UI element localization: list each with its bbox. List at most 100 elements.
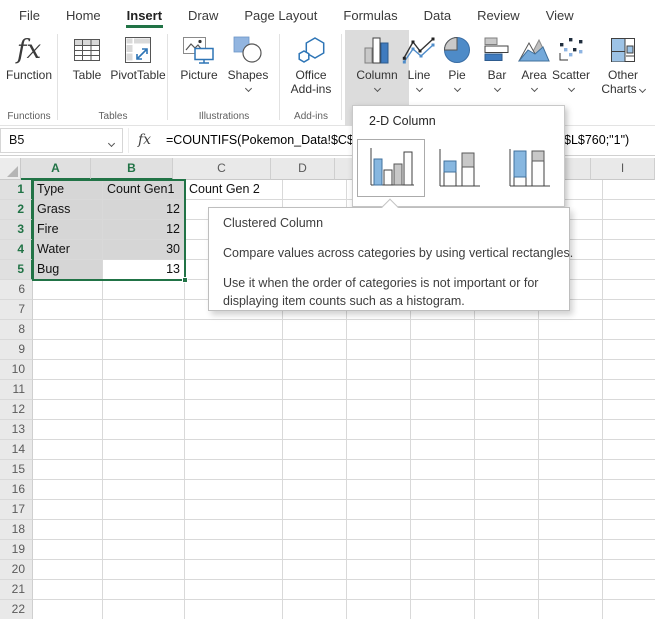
cell-A10[interactable] (33, 360, 103, 380)
cell-I21[interactable] (603, 580, 655, 600)
cell-G17[interactable] (475, 500, 539, 520)
function-button[interactable]: fx Function (4, 32, 54, 82)
cell-C9[interactable] (185, 340, 283, 360)
cell-F19[interactable] (411, 540, 475, 560)
cell-F13[interactable] (411, 420, 475, 440)
cell-E16[interactable] (347, 480, 411, 500)
row-header-10[interactable]: 10 (0, 360, 33, 380)
cell-B3[interactable]: 12 (103, 220, 185, 240)
insert-function-button[interactable]: fx (128, 128, 160, 153)
cell-E11[interactable] (347, 380, 411, 400)
tab-review[interactable]: Review (476, 2, 521, 28)
cell-G20[interactable] (475, 560, 539, 580)
cell-D18[interactable] (283, 520, 347, 540)
cell-G19[interactable] (475, 540, 539, 560)
col-header-D[interactable]: D (271, 158, 335, 180)
cell-A18[interactable] (33, 520, 103, 540)
cell-E13[interactable] (347, 420, 411, 440)
cell-G21[interactable] (475, 580, 539, 600)
scatter-chart-button[interactable]: Scatter (547, 32, 595, 91)
bar-chart-button[interactable]: Bar (477, 32, 517, 91)
cell-A7[interactable] (33, 300, 103, 320)
cell-F18[interactable] (411, 520, 475, 540)
cell-D19[interactable] (283, 540, 347, 560)
cell-I11[interactable] (603, 380, 655, 400)
cell-C19[interactable] (185, 540, 283, 560)
cell-A17[interactable] (33, 500, 103, 520)
cell-I10[interactable] (603, 360, 655, 380)
tab-formulas[interactable]: Formulas (342, 2, 398, 28)
cell-B2[interactable]: 12 (103, 200, 185, 220)
cell-E9[interactable] (347, 340, 411, 360)
col-header-B[interactable]: B (91, 158, 173, 180)
cell-G12[interactable] (475, 400, 539, 420)
row-header-5[interactable]: 5 (0, 260, 33, 280)
tab-view[interactable]: View (545, 2, 575, 28)
cell-A19[interactable] (33, 540, 103, 560)
cell-B5[interactable]: 13 (103, 260, 185, 280)
cell-D11[interactable] (283, 380, 347, 400)
select-all-corner[interactable] (0, 158, 21, 180)
cell-I18[interactable] (603, 520, 655, 540)
cell-I5[interactable] (603, 260, 655, 280)
cell-D21[interactable] (283, 580, 347, 600)
cell-C18[interactable] (185, 520, 283, 540)
cell-F15[interactable] (411, 460, 475, 480)
cell-C12[interactable] (185, 400, 283, 420)
cell-A9[interactable] (33, 340, 103, 360)
cell-I15[interactable] (603, 460, 655, 480)
cell-B14[interactable] (103, 440, 185, 460)
row-header-8[interactable]: 8 (0, 320, 33, 340)
cell-G14[interactable] (475, 440, 539, 460)
cell-C20[interactable] (185, 560, 283, 580)
row-header-14[interactable]: 14 (0, 440, 33, 460)
row-header-20[interactable]: 20 (0, 560, 33, 580)
row-header-15[interactable]: 15 (0, 460, 33, 480)
row-header-17[interactable]: 17 (0, 500, 33, 520)
row-header-21[interactable]: 21 (0, 580, 33, 600)
cell-G18[interactable] (475, 520, 539, 540)
cell-A20[interactable] (33, 560, 103, 580)
cell-F12[interactable] (411, 400, 475, 420)
col-header-A[interactable]: A (21, 158, 91, 180)
cell-E18[interactable] (347, 520, 411, 540)
cell-G22[interactable] (475, 600, 539, 619)
cell-A16[interactable] (33, 480, 103, 500)
cell-A15[interactable] (33, 460, 103, 480)
cell-I14[interactable] (603, 440, 655, 460)
cell-I8[interactable] (603, 320, 655, 340)
cell-C17[interactable] (185, 500, 283, 520)
tab-draw[interactable]: Draw (187, 2, 219, 28)
cell-D16[interactable] (283, 480, 347, 500)
cell-I4[interactable] (603, 240, 655, 260)
cell-F11[interactable] (411, 380, 475, 400)
picture-button[interactable]: Picture (176, 32, 222, 82)
cell-H9[interactable] (539, 340, 603, 360)
cell-G11[interactable] (475, 380, 539, 400)
cell-C8[interactable] (185, 320, 283, 340)
cell-A1[interactable]: Type (33, 180, 103, 200)
cell-E17[interactable] (347, 500, 411, 520)
row-header-9[interactable]: 9 (0, 340, 33, 360)
cell-B17[interactable] (103, 500, 185, 520)
office-addins-button[interactable]: Office Add-ins (284, 32, 338, 96)
col-header-C[interactable]: C (173, 158, 271, 180)
cell-I9[interactable] (603, 340, 655, 360)
cell-I1[interactable] (603, 180, 655, 200)
cell-A6[interactable] (33, 280, 103, 300)
cell-H17[interactable] (539, 500, 603, 520)
cell-D9[interactable] (283, 340, 347, 360)
cell-A5[interactable]: Bug (33, 260, 103, 280)
cell-C13[interactable] (185, 420, 283, 440)
cell-H22[interactable] (539, 600, 603, 619)
cell-A2[interactable]: Grass (33, 200, 103, 220)
cell-B19[interactable] (103, 540, 185, 560)
tab-insert[interactable]: Insert (126, 2, 163, 28)
cell-I3[interactable] (603, 220, 655, 240)
cell-C21[interactable] (185, 580, 283, 600)
cell-E15[interactable] (347, 460, 411, 480)
cell-A14[interactable] (33, 440, 103, 460)
col-header-I[interactable]: I (591, 158, 655, 180)
cell-C11[interactable] (185, 380, 283, 400)
row-header-13[interactable]: 13 (0, 420, 33, 440)
